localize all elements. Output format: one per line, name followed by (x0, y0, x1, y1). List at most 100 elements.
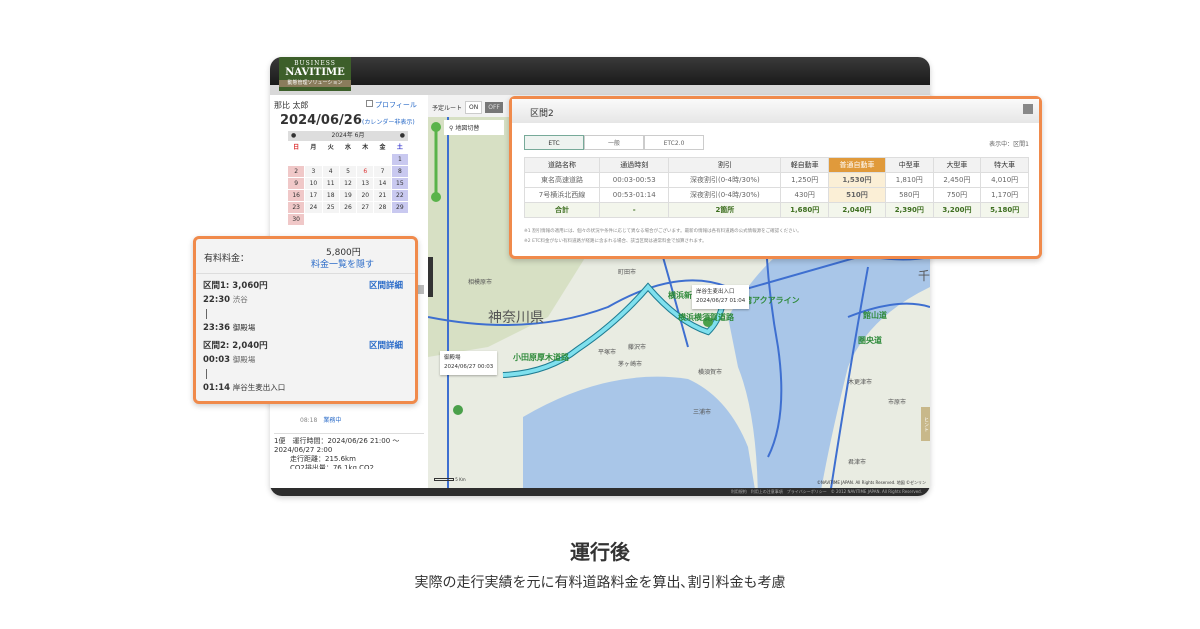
column-header: 普通自動車 (828, 157, 886, 173)
total-cell: 1,680円 (780, 202, 830, 218)
map-label: 藤沢市 (628, 344, 647, 351)
calendar-grid: 日月火水木金土 1 2 3 4 5 6 7 8 9 10 11 12 13 14 15 16 17 18 19 20 21… (288, 142, 408, 225)
calendar-weekday: 土 (391, 142, 408, 153)
fee-type-tabs: ETC 一般 ETC2.0 (524, 135, 704, 150)
section-to: 23:36 御殿場 (203, 321, 403, 335)
map-switch-label: 地図切替 (455, 125, 480, 132)
logo[interactable]: BUSINESS NAVITIME 動態管理ソリューション (279, 57, 351, 91)
close-icon[interactable] (1023, 104, 1033, 114)
end-time: 2024/06/27 01:04 (696, 298, 746, 304)
logo-line1: BUSINESS (294, 60, 336, 67)
scale-bar: 5 Km (434, 477, 466, 482)
total-cell: 合計 (523, 202, 601, 218)
section-detail-link[interactable]: 区間詳細 (369, 279, 403, 293)
calendar-empty (305, 154, 322, 165)
calendar-day[interactable]: 11 (322, 178, 339, 189)
calendar-weekday: 金 (374, 142, 391, 153)
total-cell: 3,200円 (932, 202, 982, 218)
trip-distance: 走行距離：215.6km (290, 455, 356, 463)
profile-link[interactable]: プロフィール (366, 100, 417, 110)
trip-summary: 1便 運行時間：2024/06/26 21:00 〜 2024/06/27 2:… (274, 433, 424, 469)
calendar-day[interactable]: 24 (305, 202, 322, 213)
route-divider (206, 369, 403, 379)
calendar-day[interactable]: 30 (288, 214, 305, 225)
calendar-day[interactable]: 16 (288, 190, 305, 201)
fee-section: 区間1: 3,060円 区間詳細 22:30 渋谷 23:36 御殿場 (203, 279, 403, 335)
prev-month-icon[interactable]: ● (291, 131, 296, 141)
table-cell: 750円 (932, 187, 982, 203)
calendar-day[interactable]: 12 (339, 178, 357, 189)
calendar-day[interactable]: 2 (288, 166, 305, 177)
calendar-weekday: 月 (305, 142, 322, 153)
column-header: 中型車 (884, 157, 934, 173)
calendar-weekday: 水 (339, 142, 357, 153)
calendar-day[interactable]: 28 (374, 202, 391, 213)
calendar-day[interactable]: 17 (305, 190, 322, 201)
column-header: 道路名称 (523, 157, 601, 173)
trip-line2: 2024/06/27 2:00 (274, 446, 333, 454)
user-name: 那比 太郎 (274, 101, 309, 110)
calendar-day[interactable]: 27 (357, 202, 374, 213)
calendar-day[interactable]: 1 (391, 154, 408, 165)
fee-tab-0[interactable]: ETC (524, 135, 584, 150)
sub-bar (270, 85, 930, 95)
calendar-day[interactable]: 14 (374, 178, 391, 189)
calendar-day[interactable]: 22 (391, 190, 408, 201)
calendar-empty (374, 154, 391, 165)
calendar-day[interactable]: 3 (305, 166, 322, 177)
column-header: 大型車 (932, 157, 982, 173)
profile-label: プロフィール (375, 101, 417, 109)
fee-tab-2[interactable]: ETC2.0 (644, 135, 704, 150)
hint-button[interactable]: ヒント (921, 407, 930, 441)
trip-status[interactable]: 業務中 (323, 417, 341, 424)
calendar-day[interactable]: 15 (391, 178, 408, 189)
route-divider (206, 309, 403, 319)
from-time: 22:30 (203, 295, 231, 305)
map-label: 小田原厚木道路 (513, 353, 569, 362)
scale-label: 5 Km (455, 477, 466, 482)
route-on-button[interactable]: ON (465, 101, 483, 114)
section-detail-link[interactable]: 区間詳細 (369, 339, 403, 353)
to-time: 23:36 (203, 323, 231, 333)
calendar-day[interactable]: 29 (391, 202, 408, 213)
calendar-day[interactable]: 18 (322, 190, 339, 201)
calendar-empty (339, 154, 357, 165)
hide-fee-list-link[interactable]: 料金一覧を隠す (311, 257, 374, 270)
next-month-icon[interactable]: ● (400, 131, 405, 141)
calendar-day[interactable]: 13 (357, 178, 374, 189)
calendar-day[interactable]: 7 (374, 166, 391, 177)
calendar-toggle-link[interactable]: (カレンダー非表示) (362, 117, 415, 126)
calendar-day[interactable]: 19 (339, 190, 357, 201)
map-label: 神奈川県 (488, 310, 544, 326)
calendar-day[interactable]: 23 (288, 202, 305, 213)
map-label: 千葉 (918, 269, 930, 283)
calendar-day[interactable]: 6 (357, 166, 374, 177)
calendar-day[interactable]: 21 (374, 190, 391, 201)
calendar-day[interactable]: 9 (288, 178, 305, 189)
column-header: 軽自動車 (780, 157, 830, 173)
calendar-day[interactable]: 4 (322, 166, 339, 177)
calendar-day[interactable]: 20 (357, 190, 374, 201)
current-date: 2024/06/26 (280, 113, 362, 128)
panel-collapse-handle[interactable] (428, 257, 433, 297)
table-cell: 00:53-01:14 (599, 187, 670, 203)
calendar-day[interactable]: 10 (305, 178, 322, 189)
calendar-day[interactable]: 26 (339, 202, 357, 213)
note-1: ※1 割引情報の適用には、個々の状況や条件に応じて異なる場合がございます。最新の… (524, 229, 802, 234)
total-cell: 2,390円 (884, 202, 934, 218)
map-label: 圏央道 (858, 336, 882, 345)
map-label: 木更津市 (848, 379, 873, 386)
fee-tab-1[interactable]: 一般 (584, 135, 644, 150)
table-cell: 2,450円 (932, 172, 982, 188)
total-cell: 2箇所 (668, 202, 782, 218)
caption-subtitle: 実際の走行実績を元に有料道路料金を算出､割引料金も考慮 (414, 575, 786, 591)
calendar-day[interactable]: 25 (322, 202, 339, 213)
calendar-day[interactable]: 8 (391, 166, 408, 177)
column-header: 特大車 (980, 157, 1029, 173)
trip-line1: 1便 運行時間：2024/06/26 21:00 〜 (274, 437, 400, 445)
route-off-button[interactable]: OFF (485, 102, 503, 113)
fee-section: 区間2: 2,040円 区間詳細 00:03 御殿場 01:14 岸谷生麦出入口 (203, 339, 403, 395)
calendar-day[interactable]: 5 (339, 166, 357, 177)
table-cell: 1,810円 (884, 172, 934, 188)
map-switch-dropdown[interactable]: ⚲ 地図切替 (444, 120, 504, 135)
